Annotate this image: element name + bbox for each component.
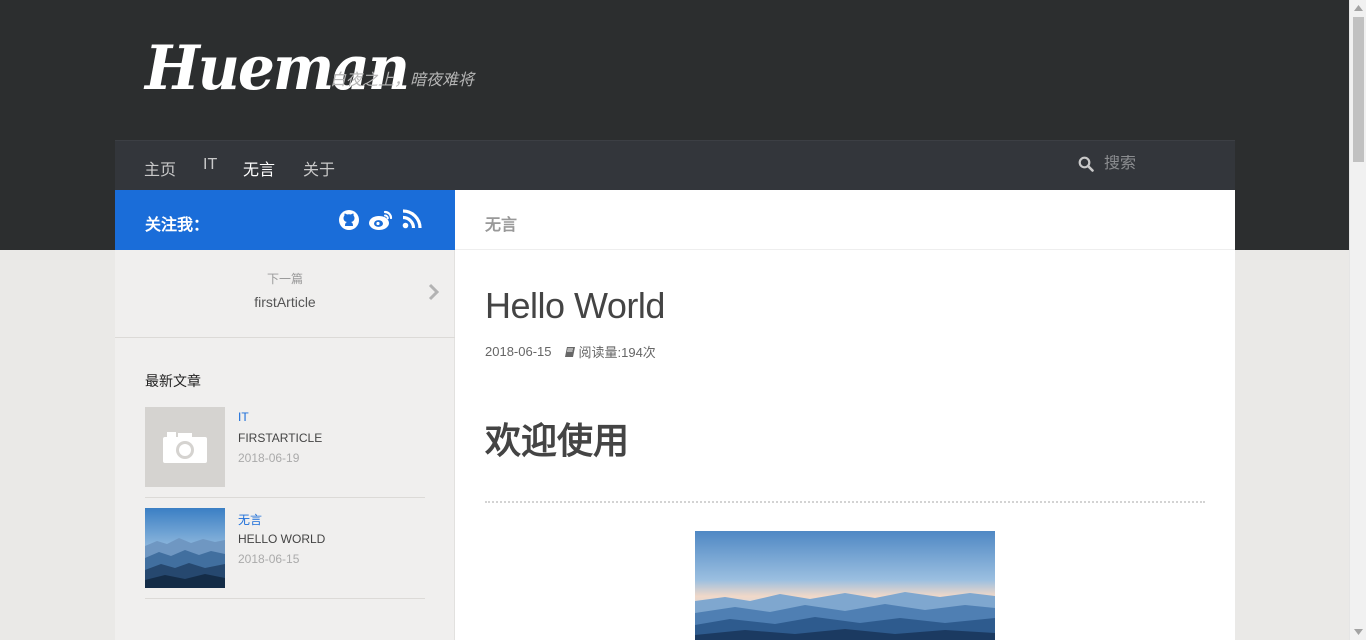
next-post-title[interactable]: firstArticle bbox=[115, 294, 455, 310]
rss-icon[interactable] bbox=[402, 209, 422, 229]
post-heading: 欢迎使用 bbox=[485, 420, 630, 461]
book-icon bbox=[564, 346, 575, 357]
main-content: 无言 Hello World 2018-06-15 阅读量:194次 欢迎使用 bbox=[455, 190, 1235, 640]
main-nav: 主页 IT 无言 关于 bbox=[115, 140, 1235, 190]
post-title: Hello World bbox=[485, 285, 665, 326]
post-views: 阅读量:194次 bbox=[578, 345, 656, 360]
camera-icon bbox=[163, 432, 207, 463]
post-category-link[interactable]: IT bbox=[238, 410, 249, 424]
page-header: 无言 bbox=[455, 190, 1235, 250]
post-thumbnail[interactable] bbox=[145, 407, 225, 487]
scrollbar-thumb[interactable] bbox=[1353, 17, 1364, 162]
mountain-landscape-image bbox=[695, 531, 995, 640]
site-tagline: 白夜之上，暗夜难将 bbox=[330, 72, 475, 89]
category-title: 无言 bbox=[485, 217, 518, 234]
github-icon[interactable] bbox=[338, 209, 360, 231]
follow-bar: 关注我： bbox=[115, 190, 455, 250]
list-item: 无言 Hello World 2018-06-15 bbox=[145, 508, 425, 599]
post-date: 2018-06-19 bbox=[238, 451, 300, 465]
search-icon[interactable] bbox=[1078, 156, 1094, 172]
next-post-link[interactable]: 下一篇 firstArticle bbox=[115, 250, 455, 338]
chevron-right-icon[interactable] bbox=[428, 283, 440, 301]
nav-item-about[interactable]: 关于 bbox=[303, 156, 335, 180]
scroll-up-arrow-icon[interactable] bbox=[1354, 5, 1363, 11]
nav-item-wuyan[interactable]: 无言 bbox=[243, 156, 275, 180]
post-meta: 2018-06-15 阅读量:194次 bbox=[485, 342, 656, 361]
post-title-link[interactable]: Hello World bbox=[238, 532, 325, 546]
nav-item-it[interactable]: IT bbox=[203, 156, 217, 174]
next-post-label: 下一篇 bbox=[266, 272, 303, 286]
post-category-link[interactable]: 无言 bbox=[238, 511, 262, 528]
sidebar: 关注我： 下一篇 firstArticle 最新文章 IT FIRSTARTIC… bbox=[115, 190, 455, 640]
search-box bbox=[1078, 155, 1224, 173]
post-date: 2018-06-15 bbox=[238, 552, 300, 566]
post-date: 2018-06-15 bbox=[485, 344, 552, 359]
scroll-down-arrow-icon[interactable] bbox=[1354, 629, 1363, 635]
search-input[interactable] bbox=[1104, 155, 1224, 173]
post-title-link[interactable]: firstArticle bbox=[238, 431, 322, 445]
weibo-icon[interactable] bbox=[368, 209, 394, 231]
nav-item-home[interactable]: 主页 bbox=[144, 156, 176, 180]
mountain-landscape-image[interactable] bbox=[145, 508, 225, 588]
divider bbox=[485, 501, 1205, 503]
list-item: IT firstArticle 2018-06-19 bbox=[145, 407, 425, 498]
scrollbar[interactable] bbox=[1349, 0, 1366, 640]
follow-label: 关注我： bbox=[145, 217, 210, 234]
recent-posts-heading: 最新文章 bbox=[145, 373, 201, 389]
